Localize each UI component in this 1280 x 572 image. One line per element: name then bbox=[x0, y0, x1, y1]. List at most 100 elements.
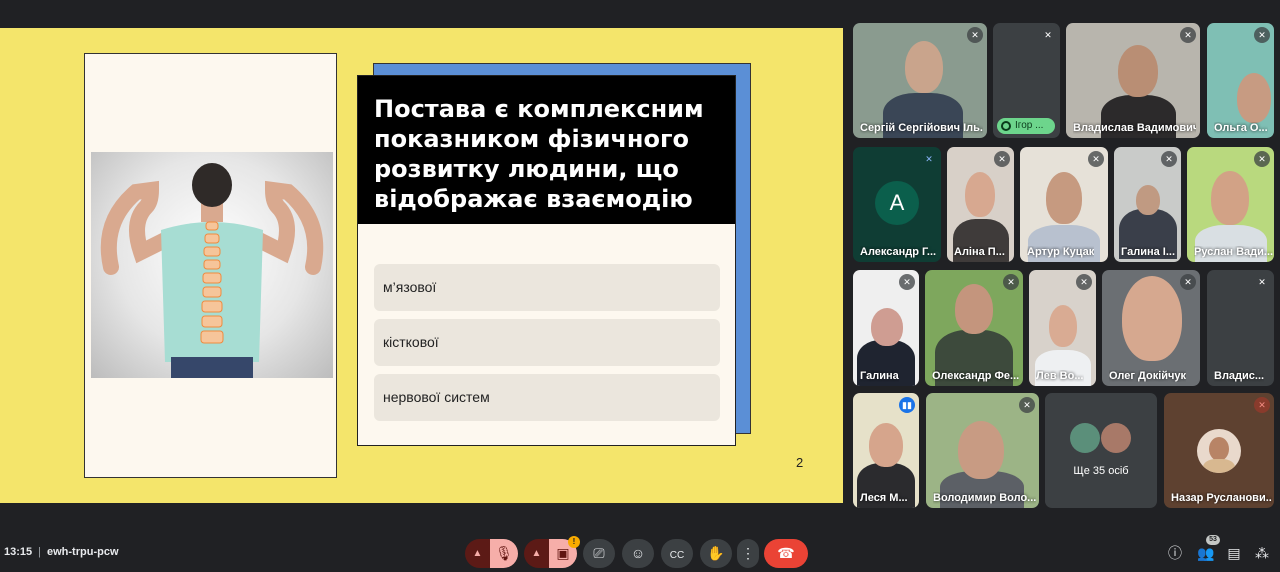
mic-off-icon: ✕ bbox=[967, 27, 983, 43]
participant-tile[interactable]: ✕ Аліна П... bbox=[947, 147, 1014, 262]
video-face bbox=[1237, 73, 1271, 123]
video-options-button[interactable]: ▲ bbox=[524, 539, 549, 568]
info-icon[interactable]: ⓘ bbox=[1167, 545, 1183, 561]
participant-tile[interactable]: ✕ Володимир Воло... bbox=[926, 393, 1039, 508]
participant-name: Галина bbox=[860, 370, 899, 382]
raise-hand-icon: ✋ bbox=[707, 545, 725, 561]
leave-call-button[interactable]: ☎ bbox=[764, 539, 808, 568]
reactions-button[interactable]: ☺ bbox=[622, 539, 654, 568]
participant-tile[interactable]: ✕ Владис... bbox=[1207, 270, 1274, 386]
participant-name: Лев Во... bbox=[1036, 370, 1084, 382]
raise-hand-button[interactable]: ✋ bbox=[700, 539, 732, 568]
participant-name: Аліна П... bbox=[954, 246, 1005, 258]
video-face bbox=[1046, 172, 1082, 224]
participant-name: Сергій Сергійович Іль... bbox=[860, 122, 984, 134]
participant-tile[interactable]: ✕ Олег Докійчук bbox=[1102, 270, 1200, 386]
participant-name: Руслан Вади... bbox=[1194, 246, 1274, 258]
end-call-icon: ☎ bbox=[777, 545, 795, 561]
avatar bbox=[1101, 423, 1131, 453]
participant-tile[interactable]: ✕ Галина І... bbox=[1114, 147, 1181, 262]
participant-name: Ольга О... bbox=[1214, 122, 1268, 134]
participant-name: Владис... bbox=[1214, 370, 1265, 382]
meeting-code: ewh-trpu-pcw bbox=[47, 546, 119, 558]
participant-name: Александр Г... bbox=[860, 246, 937, 258]
present-screen-icon: ⎚ bbox=[593, 545, 605, 561]
participant-tile[interactable]: ✕ Ігор ... bbox=[993, 23, 1060, 138]
mic-off-icon: ✕ bbox=[1254, 27, 1270, 43]
participant-tile[interactable]: ▮▮ Леся М... bbox=[853, 393, 919, 508]
video-face bbox=[1211, 171, 1249, 225]
mic-off-icon: ✕ bbox=[1161, 151, 1177, 167]
video-face bbox=[955, 284, 993, 334]
meeting-details: 13:15 | ewh-trpu-pcw bbox=[4, 546, 119, 558]
avatar: A bbox=[875, 181, 919, 225]
participant-tile[interactable]: ✕ Руслан Вади... bbox=[1187, 147, 1274, 262]
question-header: Постава є комплексним показником фізично… bbox=[358, 76, 735, 224]
participant-tile[interactable]: ✕ Галина bbox=[853, 270, 919, 386]
captions-button[interactable]: CC bbox=[661, 539, 693, 568]
participant-tile[interactable]: ✕ Олександр Фе... bbox=[925, 270, 1023, 386]
presentation-slide: Постава є комплексним показником фізично… bbox=[0, 28, 843, 503]
participant-count-badge: 53 bbox=[1206, 535, 1220, 545]
mic-off-icon: ✕ bbox=[1254, 151, 1270, 167]
mic-off-icon: 🎙 bbox=[495, 545, 513, 561]
answer-option: нервової систем bbox=[374, 374, 720, 421]
mic-off-icon: ✕ bbox=[1254, 274, 1270, 290]
mic-off-icon: ✕ bbox=[925, 154, 933, 164]
camera-off-icon: ▣ bbox=[556, 545, 570, 561]
chat-icon[interactable]: ▤ bbox=[1226, 545, 1242, 561]
video-face bbox=[871, 308, 903, 346]
video-face bbox=[1049, 305, 1077, 347]
speaking-icon bbox=[1001, 121, 1011, 131]
spine-illustration bbox=[100, 163, 324, 378]
video-face bbox=[1118, 45, 1158, 97]
question-text: Постава є комплексним показником фізично… bbox=[374, 95, 704, 213]
warning-badge: ! bbox=[568, 536, 580, 548]
participant-name: Галина І... bbox=[1121, 246, 1176, 258]
mic-off-icon: ✕ bbox=[994, 151, 1010, 167]
activities-icon[interactable]: ⁂ bbox=[1254, 545, 1270, 561]
participant-tile[interactable]: ✕ Артур Куцак bbox=[1020, 147, 1108, 262]
video-face bbox=[905, 41, 943, 93]
participant-tile[interactable]: A ✕ Александр Г... bbox=[853, 147, 941, 262]
mic-off-icon: ✕ bbox=[899, 274, 915, 290]
speaking-icon: ▮▮ bbox=[899, 397, 915, 413]
meeting-toolbar: 13:15 | ewh-trpu-pcw ▲ 🎙 ▲ ▣ ! ⎚ ☺ CC ✋ ⋮ … bbox=[0, 530, 1280, 572]
more-options-button[interactable]: ⋮ bbox=[737, 539, 759, 568]
participant-tile[interactable]: ✕ Назар Русланови... bbox=[1164, 393, 1274, 508]
avatar bbox=[1070, 423, 1100, 453]
mic-off-icon: ✕ bbox=[1076, 274, 1092, 290]
captions-icon: CC bbox=[669, 550, 685, 561]
participant-name: Олександр Фе... bbox=[932, 370, 1020, 382]
participant-tile[interactable]: ✕ Лев Во... bbox=[1029, 270, 1096, 386]
mic-off-icon: ✕ bbox=[1254, 397, 1270, 413]
video-face bbox=[965, 172, 995, 217]
clock: 13:15 bbox=[4, 546, 33, 558]
mic-off-icon: ✕ bbox=[1019, 397, 1035, 413]
mic-toggle-button[interactable]: 🎙 bbox=[490, 539, 518, 568]
participant-tile[interactable]: ✕ Ольга О... bbox=[1207, 23, 1274, 138]
mic-off-icon: ✕ bbox=[1003, 274, 1019, 290]
mic-off-icon: ✕ bbox=[1088, 151, 1104, 167]
more-participants-tile[interactable]: Ще 35 осіб bbox=[1045, 393, 1157, 508]
audio-options-button[interactable]: ▲ bbox=[465, 539, 490, 568]
video-face bbox=[1122, 276, 1182, 361]
participant-name: Володимир Воло... bbox=[933, 492, 1037, 504]
participant-name: Владислав Вадимович bbox=[1073, 122, 1197, 134]
mic-off-icon: ✕ bbox=[1180, 274, 1196, 290]
present-button[interactable]: ⎚ bbox=[583, 539, 615, 568]
participant-name: Артур Куцак bbox=[1027, 246, 1095, 258]
mic-off-icon: ✕ bbox=[1180, 27, 1196, 43]
participant-tile[interactable]: ✕ Сергій Сергійович Іль... bbox=[853, 23, 987, 138]
meet-window: Постава є комплексним показником фізично… bbox=[0, 0, 1280, 572]
image-card bbox=[84, 53, 337, 478]
avatar bbox=[1197, 429, 1241, 473]
video-face bbox=[1136, 185, 1160, 215]
participant-tile[interactable]: ✕ Владислав Вадимович bbox=[1066, 23, 1200, 138]
answer-option: м’язової bbox=[374, 264, 720, 311]
question-card: Постава є комплексним показником фізично… bbox=[357, 75, 736, 446]
emoji-icon: ☺ bbox=[630, 545, 646, 561]
participant-name: Леся М... bbox=[860, 492, 908, 504]
people-icon[interactable]: 👥 bbox=[1197, 545, 1214, 561]
more-vert-icon: ⋮ bbox=[741, 545, 755, 561]
